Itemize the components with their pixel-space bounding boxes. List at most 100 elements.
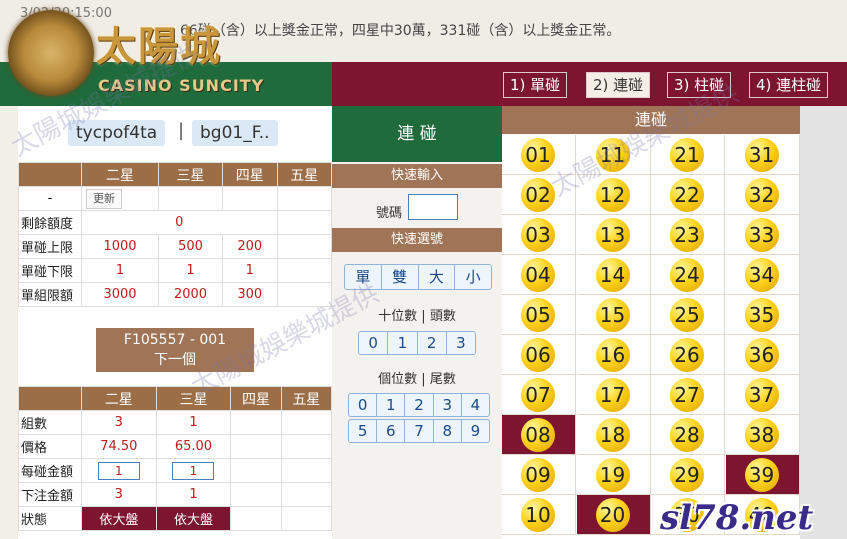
- ball-number[interactable]: 32: [744, 178, 779, 212]
- tens-button[interactable]: 1: [388, 332, 418, 354]
- units-button[interactable]: 6: [377, 420, 406, 442]
- ball-cell[interactable]: 35: [725, 295, 800, 335]
- ball-number[interactable]: 05: [521, 298, 555, 332]
- units-button[interactable]: 0: [349, 394, 378, 416]
- ball-cell[interactable]: 31: [725, 135, 800, 175]
- max-2star: 1000: [81, 234, 159, 259]
- units-button[interactable]: 5: [349, 420, 378, 442]
- ball-number[interactable]: 21: [670, 138, 704, 172]
- ball-cell[interactable]: 09: [502, 455, 576, 495]
- dash-cell: -: [18, 186, 82, 211]
- ball-cell[interactable]: 18: [576, 415, 651, 455]
- ball-cell[interactable]: 04: [502, 255, 576, 295]
- ball-cell[interactable]: 06: [502, 335, 576, 375]
- ball-number[interactable]: 19: [595, 458, 630, 492]
- ball-number[interactable]: 17: [595, 378, 630, 412]
- ball-number[interactable]: 22: [670, 178, 704, 212]
- ball-number[interactable]: 37: [744, 378, 779, 412]
- ball-cell[interactable]: 22: [651, 175, 725, 215]
- bet-col-5star: 五星: [280, 386, 333, 411]
- ball-number[interactable]: 12: [595, 178, 630, 212]
- ball-number[interactable]: 31: [744, 138, 779, 172]
- tab-single[interactable]: 1) 單碰: [503, 72, 568, 98]
- ball-cell[interactable]: 05: [502, 295, 576, 335]
- limits-table: 二星 三星 四星 五星 - 更新 剩餘額度 0 單碰上限 1000 500 20…: [18, 162, 332, 307]
- units-button[interactable]: 3: [434, 394, 462, 416]
- ball-number[interactable]: 23: [670, 218, 704, 252]
- ball-number[interactable]: 04: [521, 258, 555, 292]
- ball-cell[interactable]: 20: [576, 495, 651, 535]
- ball-cell[interactable]: 39: [725, 455, 800, 495]
- small-button[interactable]: 小: [455, 265, 491, 289]
- ball-number[interactable]: 35: [744, 298, 779, 332]
- tens-button[interactable]: 3: [447, 332, 475, 354]
- ball-cell[interactable]: 08: [502, 415, 576, 455]
- ball-cell[interactable]: 15: [576, 295, 651, 335]
- ball-number[interactable]: 28: [670, 418, 704, 452]
- ball-cell[interactable]: 29: [651, 455, 725, 495]
- ball-number[interactable]: 26: [670, 338, 704, 372]
- min-2star: 1: [81, 258, 159, 283]
- units-button[interactable]: 7: [405, 420, 434, 442]
- code-input[interactable]: [408, 194, 458, 220]
- amount-input-3star[interactable]: 1: [172, 461, 215, 480]
- ball-number[interactable]: 27: [670, 378, 704, 412]
- ball-number[interactable]: 07: [521, 378, 555, 412]
- ball-number[interactable]: 15: [595, 298, 630, 332]
- ball-number[interactable]: 29: [670, 458, 704, 492]
- ball-cell[interactable]: 23: [651, 215, 725, 255]
- ball-cell[interactable]: 33: [725, 215, 800, 255]
- ball-cell[interactable]: 37: [725, 375, 800, 415]
- ball-cell[interactable]: 38: [725, 415, 800, 455]
- ball-cell[interactable]: 19: [576, 455, 651, 495]
- ball-cell[interactable]: 14: [576, 255, 651, 295]
- tens-button[interactable]: 2: [418, 332, 447, 354]
- status-3star: 依大盤: [155, 506, 232, 531]
- ball-number[interactable]: 38: [744, 418, 779, 452]
- ball-cell[interactable]: 13: [576, 215, 651, 255]
- big-button[interactable]: 大: [419, 265, 456, 289]
- units-button[interactable]: 2: [405, 394, 434, 416]
- ball-number[interactable]: 18: [595, 418, 630, 452]
- ball-cell[interactable]: 28: [651, 415, 725, 455]
- ball-cell[interactable]: 36: [725, 335, 800, 375]
- units-button[interactable]: 8: [434, 420, 462, 442]
- amount-input-2star[interactable]: 1: [97, 461, 140, 480]
- ball-cell[interactable]: 17: [576, 375, 651, 415]
- ball-cell[interactable]: 25: [651, 295, 725, 335]
- tab-consecutive-pillar[interactable]: 4) 連柱碰: [749, 72, 829, 98]
- ball-number[interactable]: 36: [744, 338, 779, 372]
- ball-cell[interactable]: 27: [651, 375, 725, 415]
- ball-cell[interactable]: 32: [725, 175, 800, 215]
- ball-cell[interactable]: 03: [502, 215, 576, 255]
- ball-cell[interactable]: 24: [651, 255, 725, 295]
- units-button[interactable]: 4: [462, 394, 489, 416]
- ball-cell[interactable]: 34: [725, 255, 800, 295]
- ball-number[interactable]: 09: [521, 458, 555, 492]
- ball-cell[interactable]: 10: [502, 495, 576, 535]
- ball-number[interactable]: 20: [595, 498, 630, 532]
- ball-cell[interactable]: 07: [502, 375, 576, 415]
- ball-number[interactable]: 10: [521, 498, 555, 532]
- row-label: 組數: [18, 410, 82, 435]
- ball-number[interactable]: 03: [521, 218, 555, 252]
- ball-number[interactable]: 08: [521, 418, 555, 452]
- tens-button[interactable]: 0: [359, 332, 389, 354]
- ball-number[interactable]: 06: [521, 338, 555, 372]
- ball-number[interactable]: 16: [595, 338, 630, 372]
- ball-cell[interactable]: 26: [651, 335, 725, 375]
- ball-number[interactable]: 33: [744, 218, 779, 252]
- bet-col-4star: 四星: [230, 386, 282, 411]
- ball-cell[interactable]: 16: [576, 335, 651, 375]
- tab-consecutive[interactable]: 2) 連碰: [586, 72, 651, 98]
- update-button[interactable]: 更新: [86, 188, 122, 209]
- units-button[interactable]: 1: [377, 394, 406, 416]
- ball-number[interactable]: 24: [670, 258, 704, 292]
- ball-number[interactable]: 14: [595, 258, 630, 292]
- ball-number[interactable]: 39: [744, 458, 779, 492]
- ball-number[interactable]: 25: [670, 298, 704, 332]
- units-button[interactable]: 9: [462, 420, 489, 442]
- ball-number[interactable]: 13: [595, 218, 630, 252]
- ball-number[interactable]: 34: [744, 258, 779, 292]
- even-button[interactable]: 雙: [382, 265, 419, 289]
